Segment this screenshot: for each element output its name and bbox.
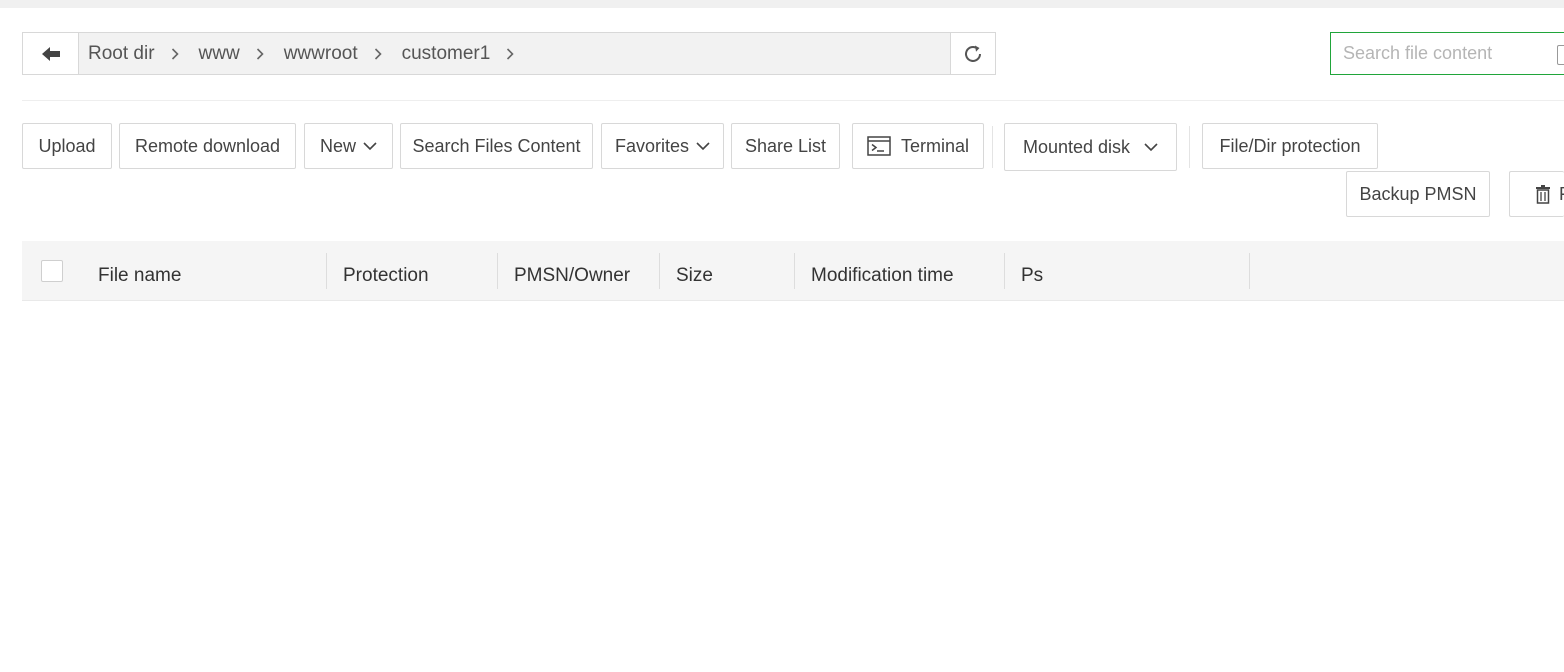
remote-download-button[interactable]: Remote download	[119, 123, 296, 169]
column-header-file-name[interactable]: File name	[98, 241, 181, 301]
column-header-modification-time[interactable]: Modification time	[811, 241, 954, 301]
favorites-dropdown-button[interactable]: Favorites	[601, 123, 724, 169]
back-button[interactable]	[23, 33, 79, 74]
chevron-right-icon	[506, 47, 514, 60]
column-separator	[497, 253, 498, 289]
breadcrumb: Root dir www wwwroot customer1	[88, 33, 534, 74]
column-header-protection[interactable]: Protection	[343, 241, 429, 301]
breadcrumb-label: customer1	[401, 42, 491, 64]
favorites-label: Favorites	[614, 135, 690, 156]
recycle-bin-button[interactable]: F	[1509, 171, 1564, 217]
column-label: Size	[676, 265, 713, 286]
divider	[22, 100, 1564, 101]
file-table-header: File name Protection PMSN/Owner Size Mod…	[22, 241, 1564, 301]
breadcrumb-label: www	[198, 42, 240, 64]
column-header-size[interactable]: Size	[676, 241, 713, 301]
column-label: Protection	[343, 265, 429, 286]
breadcrumb-label: Root dir	[88, 42, 155, 64]
column-header-pmsn-owner[interactable]: PMSN/Owner	[514, 241, 630, 301]
column-separator	[326, 253, 327, 289]
chevron-right-icon	[374, 47, 382, 60]
new-label: New	[319, 135, 356, 156]
chevron-right-icon	[171, 47, 179, 60]
breadcrumb-item-www[interactable]: www	[199, 43, 284, 65]
recycle-bin-label: F	[1559, 184, 1564, 205]
backup-pmsn-label: Backup PMSN	[1359, 183, 1477, 204]
chevron-down-icon	[696, 141, 710, 151]
upload-button[interactable]: Upload	[22, 123, 112, 169]
chevron-down-icon	[1144, 142, 1158, 152]
terminal-icon	[867, 136, 891, 156]
backup-pmsn-button[interactable]: Backup PMSN	[1346, 171, 1490, 217]
new-dropdown-button[interactable]: New	[304, 123, 393, 169]
refresh-button[interactable]	[950, 33, 995, 74]
breadcrumb-item-customer1[interactable]: customer1	[402, 43, 535, 65]
arrow-left-icon	[41, 46, 60, 61]
trash-icon	[1535, 184, 1551, 204]
chevron-down-icon	[363, 141, 377, 151]
search-file-content-box	[1330, 32, 1564, 75]
terminal-button[interactable]: Terminal	[852, 123, 984, 169]
toolbar-separator	[1189, 126, 1190, 168]
search-files-content-button[interactable]: Search Files Content	[400, 123, 593, 169]
file-dir-protection-button[interactable]: File/Dir protection	[1202, 123, 1378, 169]
share-list-label: Share List	[744, 135, 827, 156]
breadcrumb-item-root[interactable]: Root dir	[88, 43, 199, 65]
path-bar: Root dir www wwwroot customer1	[22, 32, 996, 75]
toolbar-separator	[992, 126, 993, 168]
column-label: Ps	[1021, 265, 1044, 286]
search-files-content-label: Search Files Content	[412, 135, 581, 156]
column-label: File name	[98, 265, 182, 286]
file-dir-protection-label: File/Dir protection	[1219, 135, 1361, 156]
column-separator	[1004, 253, 1005, 289]
search-input[interactable]	[1341, 33, 1545, 74]
breadcrumb-item-wwwroot[interactable]: wwwroot	[284, 43, 402, 65]
chevron-right-icon	[256, 47, 264, 60]
mounted-disk-label: Mounted disk	[1022, 136, 1131, 157]
column-separator	[659, 253, 660, 289]
column-header-ps[interactable]: Ps	[1021, 241, 1043, 301]
column-separator	[1249, 253, 1250, 289]
refresh-icon	[965, 45, 981, 62]
select-all-checkbox[interactable]	[41, 260, 63, 282]
breadcrumb-label: wwwroot	[283, 42, 358, 64]
remote-download-label: Remote download	[134, 135, 281, 156]
share-list-button[interactable]: Share List	[731, 123, 840, 169]
upload-label: Upload	[38, 135, 96, 156]
column-label: Modification time	[811, 265, 954, 286]
search-option-checkbox[interactable]	[1557, 45, 1564, 65]
top-strip	[0, 0, 1564, 8]
column-separator	[794, 253, 795, 289]
mounted-disk-dropdown[interactable]: Mounted disk	[1004, 123, 1177, 171]
column-label: PMSN/Owner	[514, 265, 631, 286]
terminal-label: Terminal	[900, 135, 970, 156]
